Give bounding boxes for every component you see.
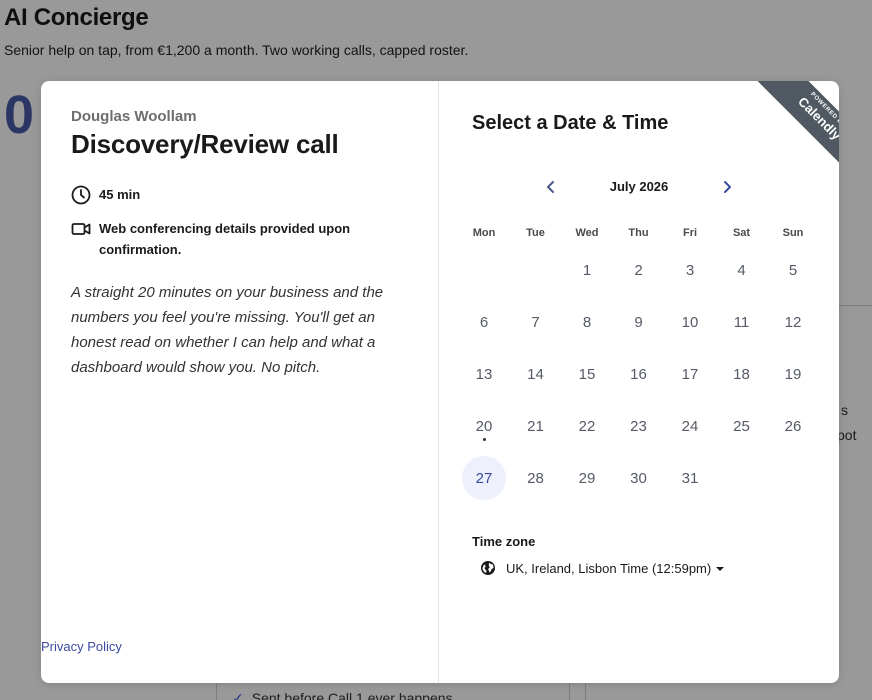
organizer-name: Douglas Woollam — [71, 108, 197, 125]
current-month-label: July 2026 — [609, 179, 669, 194]
calendar-day[interactable]: 30 — [617, 456, 661, 500]
duration-label: 45 min — [99, 187, 141, 202]
weekday-label: Fri — [682, 227, 698, 239]
scheduling-modal: Douglas Woollam Discovery/Review call 45… — [41, 81, 839, 683]
calendar-day[interactable]: 5 — [771, 248, 815, 292]
timezone-select[interactable]: UK, Ireland, Lisbon Time (12:59pm) — [480, 560, 725, 576]
weekday-label: Tue — [526, 227, 545, 239]
calendar-day[interactable]: 10 — [668, 300, 712, 344]
calendar-day[interactable]: 26 — [771, 404, 815, 448]
calendar-day[interactable]: 28 — [514, 456, 558, 500]
weekday-label: Sat — [732, 227, 751, 239]
weekday-label: Thu — [628, 227, 649, 239]
calendar-day[interactable]: 20 — [462, 404, 506, 448]
badge-brand: Calendly — [795, 93, 839, 143]
weekday-label: Sun — [782, 227, 804, 239]
calendar-day[interactable]: 8 — [565, 300, 609, 344]
calendar-day[interactable]: 15 — [565, 352, 609, 396]
weekday-label: Wed — [575, 227, 599, 239]
calendar-day[interactable]: 29 — [565, 456, 609, 500]
event-title: Discovery/Review call — [71, 129, 339, 159]
calendar-day[interactable]: 19 — [771, 352, 815, 396]
calendar-day[interactable]: 9 — [617, 300, 661, 344]
calendar-day[interactable]: 21 — [514, 404, 558, 448]
caret-down-icon — [716, 567, 725, 571]
today-indicator — [482, 438, 486, 441]
event-duration: 45 min — [71, 185, 140, 205]
calendar-day[interactable]: 4 — [720, 248, 764, 292]
calendar-day[interactable]: 31 — [668, 456, 712, 500]
calendar-day-selected[interactable]: 27 — [462, 456, 506, 500]
event-conferencing: Web conferencing details provided upon c… — [71, 218, 381, 260]
calendar-day[interactable]: 22 — [565, 404, 609, 448]
weekday-label: Mon — [472, 227, 496, 239]
calendar-day[interactable]: 2 — [617, 248, 661, 292]
calendar-day[interactable]: 1 — [565, 248, 609, 292]
calendar-day[interactable]: 12 — [771, 300, 815, 344]
globe-icon — [481, 561, 495, 575]
calendar-day[interactable]: 6 — [462, 300, 506, 344]
calendar-day[interactable]: 23 — [617, 404, 661, 448]
month-navigation: July 2026 — [539, 175, 739, 199]
date-time-title: Select a Date & Time — [472, 112, 669, 134]
calendar-day[interactable]: 7 — [514, 300, 558, 344]
privacy-policy-link[interactable]: Privacy Policy — [41, 639, 122, 654]
event-details-panel: Douglas Woollam Discovery/Review call 45… — [41, 81, 439, 683]
calendar-day[interactable]: 16 — [617, 352, 661, 396]
conferencing-label: Web conferencing details provided upon c… — [99, 221, 351, 257]
timezone-value: UK, Ireland, Lisbon Time (12:59pm) — [506, 560, 712, 576]
calendar-day[interactable]: 13 — [462, 352, 506, 396]
calendar-day[interactable]: 3 — [668, 248, 712, 292]
calendar-day[interactable]: 24 — [668, 404, 712, 448]
calendar-day[interactable]: 25 — [720, 404, 764, 448]
event-description: A straight 20 minutes on your business a… — [71, 284, 384, 376]
chevron-right-icon — [724, 181, 731, 193]
calendar-day[interactable]: 14 — [514, 352, 558, 396]
calendar-day[interactable]: 11 — [720, 300, 764, 344]
timezone-label: Time zone — [472, 534, 536, 549]
calendar-day[interactable]: 17 — [668, 352, 712, 396]
video-camera-icon — [71, 223, 91, 235]
next-month-button[interactable] — [715, 175, 739, 199]
calendar-day[interactable]: 18 — [720, 352, 764, 396]
date-time-panel: Select a Date & Time POWERED BY Calendly… — [440, 81, 839, 683]
calendly-badge[interactable]: POWERED BY Calendly — [737, 81, 839, 182]
clock-icon — [71, 185, 91, 205]
